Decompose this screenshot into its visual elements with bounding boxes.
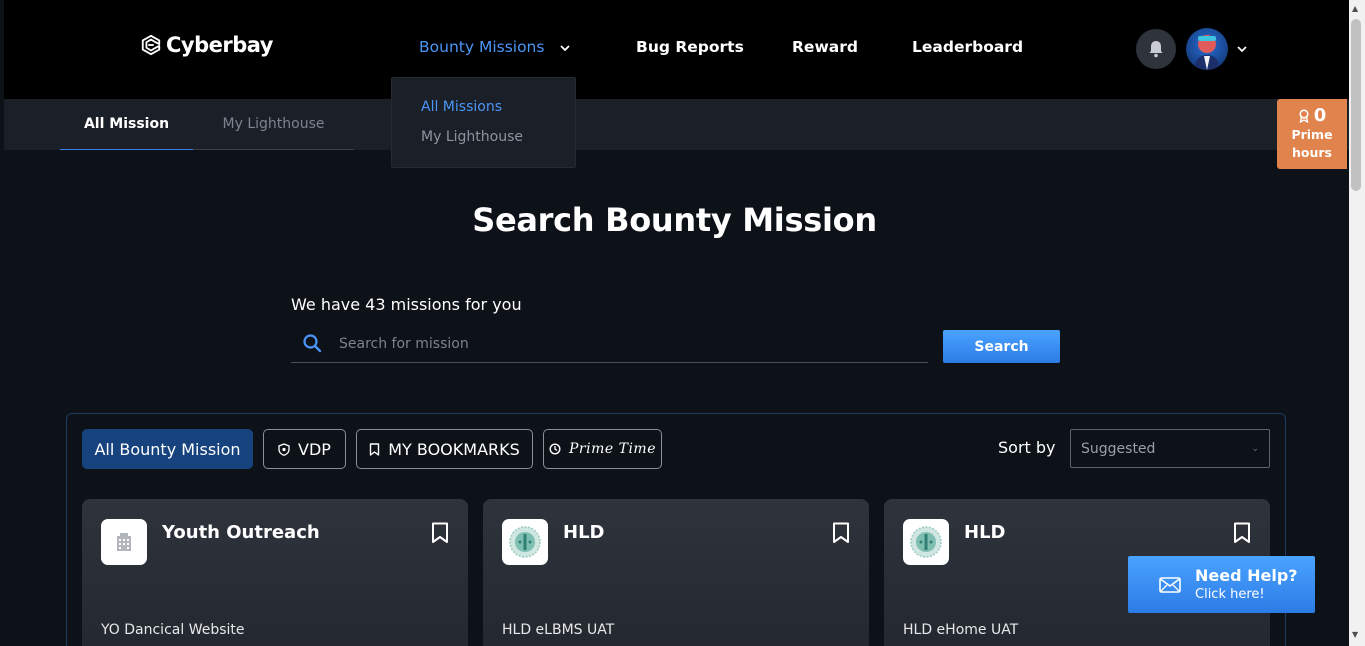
search-button[interactable]: Search: [943, 330, 1060, 363]
filter-all-bounty-mission[interactable]: All Bounty Mission: [82, 429, 253, 469]
bookmark-icon[interactable]: [831, 522, 851, 544]
search-icon: [303, 334, 322, 353]
mail-icon: [1159, 576, 1181, 593]
notifications-button[interactable]: [1136, 29, 1176, 69]
tab-all-mission[interactable]: All Mission: [60, 99, 193, 150]
avatar-image: [1194, 35, 1220, 70]
prime-count-value: 0: [1313, 105, 1327, 126]
scroll-down-icon[interactable]: ▼: [1352, 630, 1358, 639]
scrollbar-thumb[interactable]: [1351, 19, 1361, 191]
shield-icon: [278, 442, 290, 456]
sort-value: Suggested: [1081, 440, 1156, 457]
hld-seal-icon: [502, 519, 548, 565]
help-subtitle: Click here!: [1195, 586, 1265, 602]
cyberbay-logo-icon: [141, 34, 161, 56]
brand-logo[interactable]: Cyberbay: [140, 33, 273, 57]
building-icon: [101, 519, 147, 565]
search-input[interactable]: [339, 333, 909, 355]
mission-count-text: We have 43 missions for you: [291, 295, 522, 314]
help-text: Need Help? Click here!: [1195, 566, 1298, 604]
clock-icon: [549, 443, 561, 455]
hld-seal-icon: [903, 519, 949, 565]
filter-vdp[interactable]: VDP: [263, 429, 346, 469]
brand-name: Cyberbay: [166, 33, 273, 57]
nav-reward[interactable]: Reward: [792, 38, 858, 56]
search-bar: [291, 325, 928, 363]
prime-hours-badge[interactable]: 0 Prime hours: [1277, 99, 1347, 169]
need-help-button[interactable]: Need Help? Click here!: [1128, 556, 1315, 613]
mission-card[interactable]: Youth Outreach YO Dancical Website: [82, 499, 468, 646]
scroll-up-icon[interactable]: ▲: [1352, 4, 1358, 13]
filter-label: Prime Time: [569, 441, 656, 457]
dropdown-item-all-missions[interactable]: All Missions: [421, 99, 502, 115]
card-title: HLD: [964, 522, 1006, 543]
bookmark-icon[interactable]: [1232, 522, 1252, 544]
card-subtitle: HLD eLBMS UAT: [502, 622, 615, 638]
card-subtitle: YO Dancical Website: [101, 622, 245, 638]
prime-hours-count: 0: [1277, 105, 1347, 126]
account-chevron-down-icon[interactable]: [1234, 41, 1250, 57]
card-title: HLD: [563, 522, 605, 543]
chevron-down-icon[interactable]: [557, 40, 573, 56]
prime-label-line1: Prime: [1291, 127, 1333, 142]
nav-bug-reports[interactable]: Bug Reports: [636, 38, 744, 56]
card-title: Youth Outreach: [162, 522, 320, 543]
bell-icon: [1149, 41, 1163, 58]
filter-label: All Bounty Mission: [94, 439, 241, 459]
bookmark-icon: [370, 442, 380, 456]
sort-label: Sort by: [998, 438, 1056, 457]
help-title: Need Help?: [1195, 565, 1298, 585]
bounty-missions-dropdown: All Missions My Lighthouse: [391, 77, 576, 168]
chevron-down-icon: ⌄: [1251, 444, 1259, 454]
prime-label-line2: hours: [1292, 145, 1332, 160]
page-title: Search Bounty Mission: [472, 201, 877, 239]
nav-bounty-missions[interactable]: Bounty Missions: [419, 38, 544, 56]
avatar[interactable]: [1186, 28, 1228, 70]
tab-my-lighthouse[interactable]: My Lighthouse: [193, 99, 354, 150]
filter-label: VDP: [298, 439, 331, 459]
dropdown-item-my-lighthouse[interactable]: My Lighthouse: [421, 129, 523, 145]
nav-leaderboard[interactable]: Leaderboard: [912, 38, 1023, 56]
mission-card[interactable]: HLD HLD eLBMS UAT: [483, 499, 869, 646]
page: Cyberbay Bounty Missions Bug Reports Rew…: [0, 0, 1365, 646]
filter-prime-time[interactable]: Prime Time: [543, 429, 662, 469]
bookmark-icon[interactable]: [430, 522, 450, 544]
filter-label: MY BOOKMARKS: [388, 439, 520, 459]
card-subtitle: HLD eHome UAT: [903, 622, 1019, 638]
award-icon: [1299, 108, 1309, 123]
filter-my-bookmarks[interactable]: MY BOOKMARKS: [356, 429, 533, 469]
sort-select[interactable]: Suggested ⌄: [1070, 429, 1270, 468]
